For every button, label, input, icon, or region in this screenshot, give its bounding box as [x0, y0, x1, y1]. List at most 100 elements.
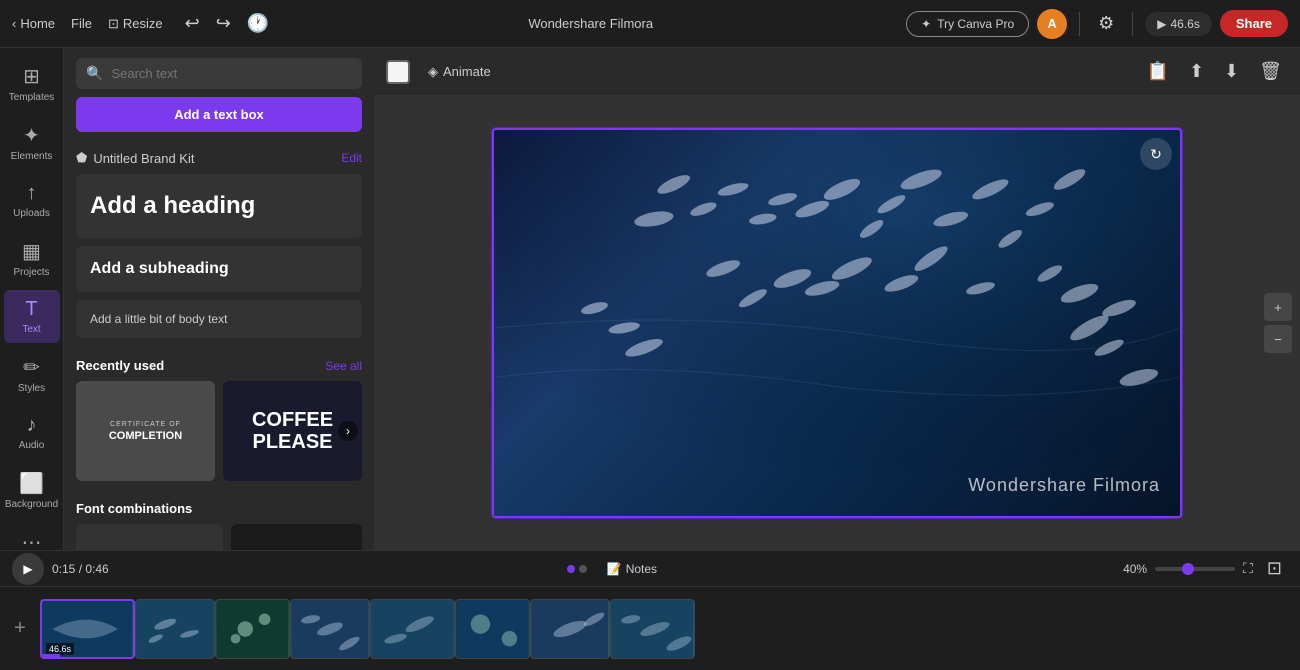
underwater-scene — [494, 130, 1180, 516]
timeline-dots — [567, 565, 587, 573]
clip-2-inner — [136, 600, 214, 658]
canvas-main[interactable]: Wondershare Filmora ↻ + − — [374, 96, 1300, 550]
elements-icon: ✦ — [23, 123, 40, 148]
clip-1[interactable]: 46.6s — [40, 599, 135, 659]
notes-button[interactable]: 📝 Notes — [599, 558, 665, 580]
history-button[interactable]: 🕐 — [241, 9, 275, 38]
background-label: Background — [5, 499, 58, 510]
share-button[interactable]: Share — [1220, 10, 1288, 37]
top-bar-right: ✦ Try Canva Pro A ⚙ ▶ 46.6s Share — [906, 9, 1288, 39]
sidebar-item-text[interactable]: T Text — [4, 290, 60, 343]
brand-kit-row: ⬟ Untitled Brand Kit Edit — [76, 142, 362, 174]
canvas-frame[interactable]: Wondershare Filmora ↻ — [492, 128, 1182, 518]
timeline-center: 📝 Notes — [567, 558, 665, 580]
heading-preview[interactable]: Add a heading — [76, 174, 362, 238]
redo-button[interactable]: ↪ — [210, 9, 237, 38]
text-label: Text — [22, 324, 40, 335]
text-panel-scroll[interactable]: ⬟ Untitled Brand Kit Edit Add a heading … — [64, 142, 374, 550]
timeline-controls: ▶ 0:15 / 0:46 📝 Notes 40% ⛶ ⊡ — [0, 551, 1300, 587]
brand-kit-text: Untitled Brand Kit — [93, 151, 194, 166]
color-swatch[interactable] — [386, 60, 410, 84]
refresh-button[interactable]: ↻ — [1140, 138, 1172, 170]
clip-8[interactable] — [610, 599, 695, 659]
sidebar-item-uploads[interactable]: ↑ Uploads — [4, 174, 60, 227]
sidebar-item-background[interactable]: ⬜ Background — [4, 463, 60, 518]
font-combinations-header: Font combinations — [76, 493, 362, 524]
canva-icon: ✦ — [921, 17, 931, 31]
undo-button[interactable]: ↩ — [179, 9, 206, 38]
download-button[interactable]: ⬇ — [1218, 57, 1245, 86]
clip-1-inner: 46.6s — [42, 601, 133, 657]
trash-button[interactable]: 🗑 — [1253, 57, 1288, 86]
top-bar-center: Wondershare Filmora — [283, 16, 898, 31]
font-card-thank-you[interactable]: Thank you! — [231, 524, 362, 550]
hide-panel-left-button[interactable]: 📋 — [1141, 57, 1175, 86]
zoom-in-button[interactable]: + — [1264, 293, 1292, 321]
zoom-display: 40% — [1123, 562, 1147, 576]
fullscreen-icon: ⛶ — [1243, 560, 1253, 576]
template-card-coffee[interactable]: COFFEE PLEASE › — [223, 381, 362, 481]
file-button[interactable]: File — [71, 16, 92, 31]
resize-label: Resize — [123, 16, 163, 31]
fit-icon-button[interactable]: ⊡ — [1261, 554, 1288, 583]
timeline-track[interactable]: + 46.6s — [0, 587, 1300, 670]
timeline-dot-1[interactable] — [567, 565, 575, 573]
share-icon-button[interactable]: ⬆ — [1183, 57, 1210, 86]
font-combo-grid: TALK TO US (04) 298 3985 2092 +76 209 10… — [76, 524, 362, 550]
clip-5-inner — [371, 600, 454, 658]
resize-button[interactable]: ⊡ Resize — [108, 16, 163, 32]
sidebar-item-more[interactable]: ⋯ More — [4, 522, 60, 550]
clip-1-progress — [42, 654, 60, 657]
uploads-label: Uploads — [13, 208, 50, 219]
notes-icon: 📝 — [607, 562, 622, 576]
zoom-out-button[interactable]: − — [1264, 325, 1292, 353]
subheading-preview[interactable]: Add a subheading — [76, 246, 362, 292]
search-input[interactable] — [111, 66, 352, 81]
body-preview[interactable]: Add a little bit of body text — [76, 300, 362, 338]
add-text-box-button[interactable]: Add a text box — [76, 97, 362, 132]
speed-label: 46.6s — [1171, 17, 1200, 31]
sidebar-item-elements[interactable]: ✦ Elements — [4, 115, 60, 170]
uploads-icon: ↑ — [27, 182, 37, 205]
sidebar-item-templates[interactable]: ⊞ Templates — [4, 56, 60, 111]
templates-label: Templates — [9, 92, 55, 103]
try-canva-button[interactable]: ✦ Try Canva Pro — [906, 11, 1029, 37]
separator2 — [1132, 12, 1133, 36]
clip-2[interactable] — [135, 599, 215, 659]
clip-4[interactable] — [290, 599, 370, 659]
projects-icon: ▦ — [22, 239, 41, 264]
template-card-certificate[interactable]: CERTIFICATE OF COMPLETION — [76, 381, 215, 481]
see-all-link[interactable]: See all — [325, 359, 362, 373]
top-bar: ‹ Home File ⊡ Resize ↩ ↪ 🕐 Wondershare F… — [0, 0, 1300, 48]
speed-button[interactable]: ▶ 46.6s — [1145, 12, 1212, 36]
fullscreen-button[interactable]: ⛶ — [1243, 560, 1253, 577]
clip-6[interactable] — [455, 599, 530, 659]
edit-link[interactable]: Edit — [341, 151, 362, 165]
sidebar-item-styles[interactable]: ✏ Styles — [4, 347, 60, 402]
animate-button[interactable]: ◈ Animate — [418, 59, 501, 85]
notes-label: Notes — [626, 562, 657, 576]
font-card-talk-to-us[interactable]: TALK TO US (04) 298 3985 2092 +76 209 10… — [76, 524, 223, 550]
left-sidebar: ⊞ Templates ✦ Elements ↑ Uploads ▦ Proje… — [0, 48, 64, 550]
clip-3[interactable] — [215, 599, 290, 659]
play-button[interactable]: ▶ — [12, 553, 44, 585]
zoom-slider[interactable] — [1155, 567, 1235, 571]
recently-used-title: Recently used — [76, 358, 164, 373]
sidebar-item-audio[interactable]: ♪ Audio — [4, 406, 60, 459]
main-content: ⊞ Templates ✦ Elements ↑ Uploads ▦ Proje… — [0, 48, 1300, 550]
clip-5[interactable] — [370, 599, 455, 659]
clip-7[interactable] — [530, 599, 610, 659]
refresh-icon: ↻ — [1150, 146, 1162, 163]
clip-6-inner — [456, 600, 529, 658]
sidebar-item-projects[interactable]: ▦ Projects — [4, 231, 60, 286]
brand-kit-icon: ⬟ — [76, 150, 87, 166]
cert-of-text: CERTIFICATE OF — [110, 421, 181, 428]
timeline-dot-2[interactable] — [579, 565, 587, 573]
back-button[interactable]: ‹ Home — [12, 16, 55, 31]
text-icon: T — [25, 298, 37, 321]
add-scene-button[interactable]: + — [14, 617, 26, 640]
settings-button[interactable]: ⚙ — [1092, 9, 1120, 38]
avatar[interactable]: A — [1037, 9, 1067, 39]
canvas-toolbar: ◈ Animate 📋 ⬆ ⬇ 🗑 — [374, 48, 1300, 96]
font-combos-title: Font combinations — [76, 501, 192, 516]
